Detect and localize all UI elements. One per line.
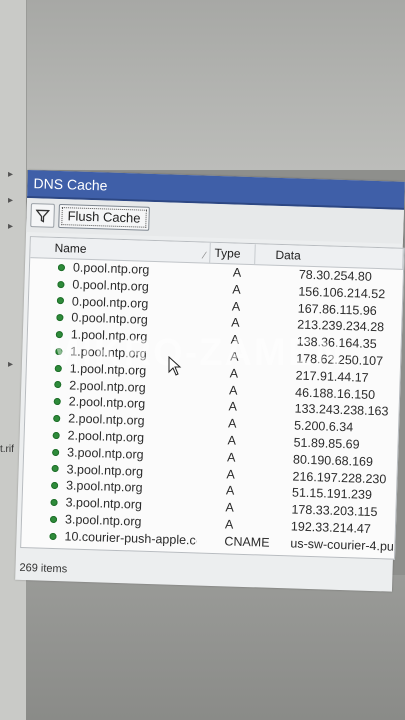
status-dot-icon [54, 381, 62, 389]
chevron-right-icon: ▸ [8, 169, 14, 180]
column-label: Type [214, 245, 241, 261]
cell-type: A [225, 500, 235, 515]
dns-cache-window: DNS Cache Flush Cache Name ⁄ Type Data 0… [15, 170, 405, 592]
status-dot-icon [49, 532, 57, 540]
filter-funnel-icon [35, 209, 50, 223]
status-dot-icon [50, 498, 58, 507]
status-dot-icon [52, 431, 60, 439]
cell-type: A [227, 416, 237, 431]
cell-type: A [227, 433, 237, 448]
status-dot-icon [56, 314, 64, 322]
cell-type: A [231, 299, 241, 314]
status-dot-icon [53, 398, 61, 406]
chevron-right-icon: ▸ [8, 359, 14, 370]
cell-data: us-sw-courier-4.push-ap [290, 536, 395, 555]
dns-cache-table: Name ⁄ Type Data 0.pool.ntp.org A 78.30.25… [20, 236, 405, 560]
chevron-right-icon: ▸ [8, 195, 14, 206]
cell-type: A [224, 517, 234, 532]
cell-type: A [228, 399, 238, 415]
cell-type: A [231, 315, 240, 331]
flush-cache-button[interactable]: Flush Cache [58, 203, 150, 231]
cell-name-text: 10.courier-push-apple.co... [64, 529, 197, 548]
cell-type: A [232, 265, 242, 280]
status-dot-icon [50, 482, 59, 490]
cell-type: A [226, 450, 236, 465]
cell-type: CNAME [224, 534, 270, 550]
photo-background-top [0, 0, 405, 170]
status-dot-icon [49, 515, 58, 523]
photo-background-bottom [26, 575, 405, 720]
column-header-type[interactable]: Type [210, 242, 256, 265]
status-dot-icon [53, 414, 61, 423]
side-file-label: t.rif [0, 444, 14, 455]
status-dot-icon [52, 448, 60, 456]
status-dot-icon [51, 465, 59, 473]
status-dot-icon [57, 263, 66, 272]
cell-type: A [226, 466, 236, 482]
cell-type: A [225, 483, 235, 498]
status-dot-icon [57, 280, 65, 288]
filter-button[interactable] [30, 203, 55, 228]
table-body: 0.pool.ntp.org A 78.30.254.80 0.pool.ntp.or… [21, 258, 403, 555]
cell-type: A [228, 383, 238, 398]
watermark-text: MIKRO-ZAMEN [48, 332, 345, 374]
column-label: Name [54, 240, 87, 256]
column-label: Data [275, 247, 302, 263]
cell-type: A [232, 282, 241, 297]
item-count-status: 269 items [19, 561, 68, 576]
chevron-right-icon: ▸ [8, 221, 14, 232]
mouse-pointer-icon [168, 356, 182, 376]
status-dot-icon [56, 297, 65, 305]
